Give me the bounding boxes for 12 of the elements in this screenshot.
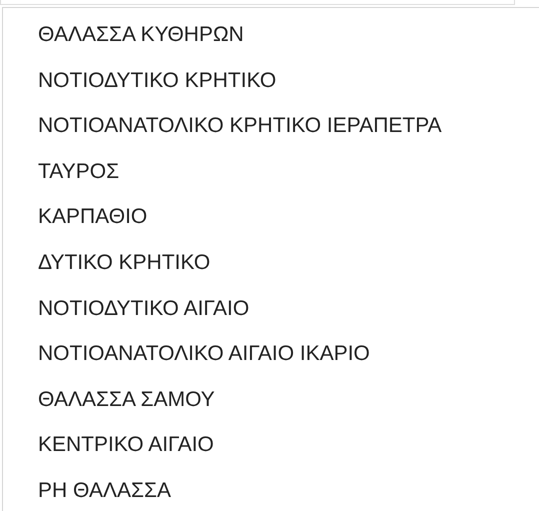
dropdown-item[interactable]: ΡΗ ΘΑΛΑΣΣΑ <box>38 478 171 511</box>
dropdown-item[interactable]: ΔΥΤΙΚΟ ΚΡΗΤΙΚΟ <box>38 250 210 297</box>
dropdown-item[interactable]: ΘΑΛΑΣΣΑ ΚΥΘΗΡΩΝ <box>38 23 244 69</box>
dropdown-item[interactable]: ΝΟΤΙΟΔΥΤΙΚΟ ΚΡΗΤΙΚΟ <box>38 68 276 114</box>
dropdown-item[interactable]: ΘΑΛΑΣΣΑ ΣΑΜΟΥ <box>38 388 215 434</box>
dropdown-item[interactable]: ΚΑΡΠΑΘΙΟ <box>38 205 148 251</box>
dropdown-item[interactable]: ΚΕΝΤΡΙΚΟ ΑΙΓΑΙΟ <box>38 433 214 479</box>
dropdown-item[interactable]: ΝΟΤΙΟΔΥΤΙΚΟ ΑΙΓΑΙΟ <box>38 296 250 342</box>
dropdown-item[interactable]: ΤΑΥΡΟΣ <box>38 160 120 206</box>
dropdown-item[interactable]: ΝΟΤΙΟΑΝΑΤΟΛΙΚΟ ΚΡΗΤΙΚΟ ΙΕΡΑΠΕΤΡΑ <box>38 114 442 160</box>
input-field[interactable] <box>0 0 515 5</box>
dropdown-item[interactable]: ΝΟΤΙΟΑΝΑΤΟΛΙΚΟ ΑΙΓΑΙΟ ΙΚΑΡΙΟ <box>38 342 370 388</box>
